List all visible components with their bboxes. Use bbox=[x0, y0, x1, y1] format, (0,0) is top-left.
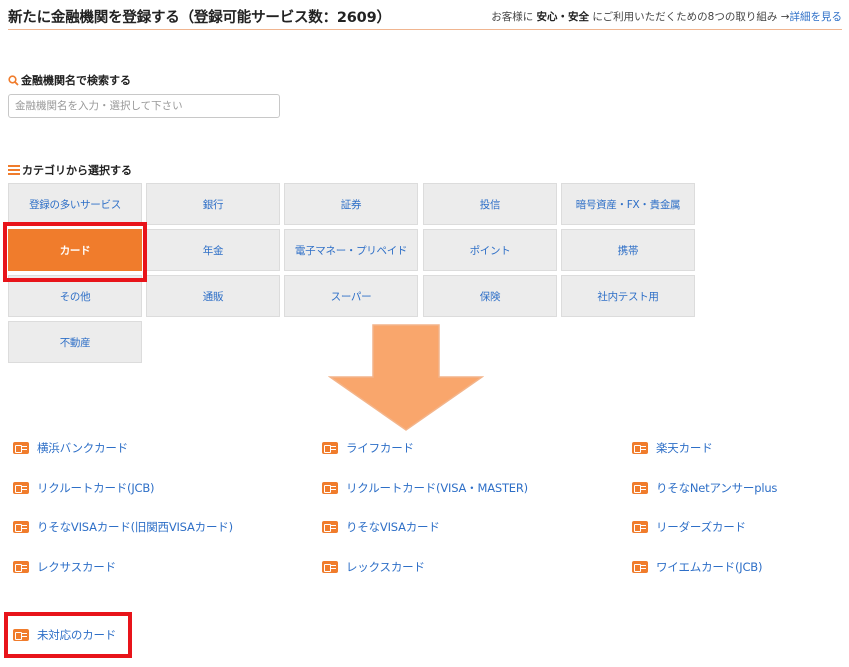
card-link-label: 横浜バンクカード bbox=[37, 441, 128, 455]
details-link[interactable]: 詳細を見る bbox=[790, 11, 843, 23]
card-icon bbox=[322, 561, 338, 573]
category-label: カテゴリから選択する bbox=[22, 164, 132, 177]
card-link[interactable]: りそなVISAカード(旧関西VISAカード) bbox=[13, 519, 233, 535]
card-icon bbox=[322, 521, 338, 533]
card-link[interactable]: レックスカード bbox=[322, 559, 425, 575]
card-link-label: りそなVISAカード bbox=[346, 520, 440, 534]
category-supermarket[interactable]: スーパー bbox=[284, 275, 418, 317]
security-notice: お客様に 安心・安全 にご利用いただくための8つの取り組み →詳細を見る bbox=[491, 9, 842, 24]
unsupported-card-label: 未対応のカード bbox=[37, 628, 117, 642]
category-internal-test[interactable]: 社内テスト用 bbox=[561, 275, 695, 317]
category-crypto-fx-metals[interactable]: 暗号資産・FX・貴金属 bbox=[561, 183, 695, 225]
card-link-label: りそなNetアンサーplus bbox=[656, 481, 778, 495]
notice-suffix: にご利用いただくための8つの取り組み → bbox=[592, 11, 790, 23]
card-link-label: ワイエムカード(JCB) bbox=[656, 560, 763, 574]
card-link-label: りそなVISAカード(旧関西VISAカード) bbox=[37, 520, 233, 534]
card-icon bbox=[13, 521, 29, 533]
card-link[interactable]: レクサスカード bbox=[13, 559, 116, 575]
search-label: 金融機関名で検索する bbox=[21, 74, 131, 87]
card-icon bbox=[632, 521, 648, 533]
card-icon bbox=[13, 442, 29, 454]
card-icon bbox=[13, 561, 29, 573]
card-link[interactable]: 楽天カード bbox=[632, 440, 713, 456]
card-link[interactable]: りそなVISAカード bbox=[322, 519, 440, 535]
category-mail-order[interactable]: 通販 bbox=[146, 275, 280, 317]
card-link[interactable]: 横浜バンクカード bbox=[13, 440, 128, 456]
category-securities[interactable]: 証券 bbox=[284, 183, 418, 225]
card-icon bbox=[632, 482, 648, 494]
card-link[interactable]: リクルートカード(JCB) bbox=[13, 480, 155, 496]
card-link-label: リーダーズカード bbox=[656, 520, 746, 534]
category-section-label: カテゴリから選択する bbox=[8, 162, 132, 178]
card-icon bbox=[322, 482, 338, 494]
card-icon bbox=[322, 442, 338, 454]
card-link-label: リクルートカード(VISA・MASTER) bbox=[346, 481, 528, 495]
card-link[interactable]: りそなNetアンサーplus bbox=[632, 480, 777, 496]
card-icon bbox=[632, 442, 648, 454]
category-real-estate[interactable]: 不動産 bbox=[8, 321, 142, 363]
card-link-label: 楽天カード bbox=[656, 441, 713, 455]
category-e-money[interactable]: 電子マネー・プリペイド bbox=[284, 229, 418, 271]
card-icon bbox=[632, 561, 648, 573]
category-other[interactable]: その他 bbox=[8, 275, 142, 317]
card-link-label: ライフカード bbox=[346, 441, 414, 455]
category-card[interactable]: カード bbox=[8, 229, 142, 271]
category-mobile[interactable]: 携帯 bbox=[561, 229, 695, 271]
category-investment-trust[interactable]: 投信 bbox=[423, 183, 557, 225]
unsupported-card-link[interactable]: 未対応のカード bbox=[13, 627, 116, 643]
card-link[interactable]: ライフカード bbox=[322, 440, 414, 456]
category-pension[interactable]: 年金 bbox=[146, 229, 280, 271]
page-header: 新たに金融機関を登録する（登録可能サービス数：2609） お客様に 安心・安全 … bbox=[8, 6, 842, 30]
list-icon bbox=[8, 165, 20, 175]
notice-emphasis: 安心・安全 bbox=[536, 11, 590, 23]
card-link-label: レックスカード bbox=[346, 560, 425, 574]
search-section-label: 金融機関名で検索する bbox=[8, 72, 131, 88]
category-insurance[interactable]: 保険 bbox=[423, 275, 557, 317]
category-bank[interactable]: 銀行 bbox=[146, 183, 280, 225]
category-popular[interactable]: 登録の多いサービス bbox=[8, 183, 142, 225]
card-icon bbox=[13, 482, 29, 494]
down-arrow-icon bbox=[328, 324, 484, 431]
notice-prefix: お客様に bbox=[491, 11, 534, 23]
card-link-label: レクサスカード bbox=[37, 560, 116, 574]
card-link[interactable]: リクルートカード(VISA・MASTER) bbox=[322, 480, 528, 496]
card-link[interactable]: リーダーズカード bbox=[632, 519, 746, 535]
category-points[interactable]: ポイント bbox=[423, 229, 557, 271]
card-icon bbox=[13, 629, 29, 641]
card-link-label: リクルートカード(JCB) bbox=[37, 481, 155, 495]
card-link[interactable]: ワイエムカード(JCB) bbox=[632, 559, 762, 575]
search-icon bbox=[8, 74, 19, 86]
page-title: 新たに金融機関を登録する（登録可能サービス数：2609） bbox=[8, 10, 391, 26]
search-input[interactable] bbox=[8, 94, 280, 118]
